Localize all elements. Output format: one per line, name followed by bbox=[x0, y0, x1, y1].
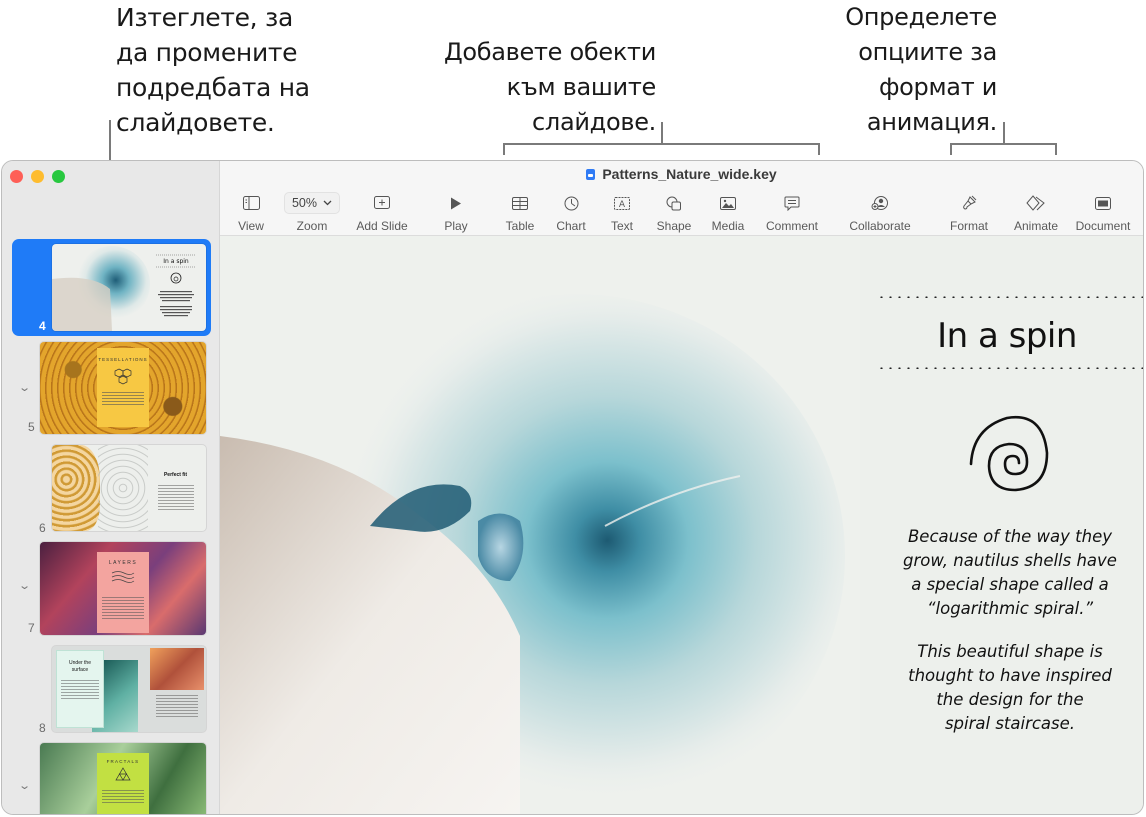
animate-button[interactable]: Animate bbox=[1010, 193, 1062, 233]
callout-line: подредбата на bbox=[116, 73, 310, 102]
shape-button[interactable]: Shape bbox=[654, 193, 694, 233]
toolbar: Patterns_Nature_wide.key View 50% Zoom A… bbox=[220, 161, 1143, 236]
honeycomb-image bbox=[52, 445, 100, 531]
slide-thumbnail-4[interactable]: In a spin bbox=[52, 244, 206, 331]
view-button[interactable]: View bbox=[234, 193, 268, 233]
slide-body-paragraph-1[interactable]: Because of the way they grow, nautilus s… bbox=[880, 525, 1140, 621]
format-button[interactable]: Format bbox=[946, 193, 992, 233]
callout-line: Добавете обекти bbox=[443, 38, 656, 66]
callout-bracket bbox=[950, 143, 952, 155]
callout-bracket bbox=[503, 143, 820, 145]
slide-canvas[interactable]: In a spin Because of the way they grow, … bbox=[220, 236, 1143, 814]
callout-line: да промените bbox=[116, 38, 298, 67]
collaborate-button[interactable]: Collaborate bbox=[844, 193, 916, 233]
dotted-divider bbox=[877, 296, 1143, 298]
slide-number: 5 bbox=[28, 420, 35, 434]
svg-text:A: A bbox=[619, 200, 626, 210]
slide-thumbnail-6[interactable]: Perfect fit bbox=[52, 445, 206, 531]
slide-thumbnail-fractals[interactable]: FRACTALS bbox=[40, 743, 206, 814]
minimize-button[interactable] bbox=[31, 170, 44, 183]
play-button[interactable]: Play bbox=[438, 193, 474, 233]
slide-navigator: In a spin 4 ⌄ TESSELLATIONS 5 Perfect fi… bbox=[2, 161, 220, 814]
callout-line: към вашите bbox=[506, 73, 657, 101]
zoom-dropdown[interactable]: 50% Zoom bbox=[282, 192, 342, 233]
chevron-down-icon bbox=[323, 200, 332, 206]
slide-thumbnail-8[interactable]: Under the surface bbox=[52, 646, 206, 732]
slide-number: 4 bbox=[39, 319, 46, 333]
callout-line: опциите за bbox=[858, 38, 997, 66]
callout-bracket bbox=[818, 143, 820, 155]
chart-icon bbox=[564, 196, 578, 210]
callout-line: слайдове. bbox=[532, 108, 656, 136]
callout-line: Изтеглете, за bbox=[116, 3, 293, 32]
slide-thumbnail-5[interactable]: TESSELLATIONS bbox=[40, 342, 206, 434]
chevron-down-icon[interactable]: ⌄ bbox=[18, 579, 31, 592]
thumb-text-panel: Under the surface bbox=[56, 650, 104, 728]
thumb-title: LAYERS bbox=[108, 560, 138, 566]
hexagon-grid bbox=[98, 445, 148, 531]
slide-number: 8 bbox=[39, 721, 46, 735]
callout-add-objects: Добавете обекти към вашите слайдове. bbox=[410, 35, 656, 140]
thumb-text-panel: TESSELLATIONS bbox=[97, 348, 149, 427]
thumb-title: FRACTALS bbox=[106, 759, 140, 764]
thumb-title: Under the surface bbox=[69, 660, 91, 673]
chart-button[interactable]: Chart bbox=[553, 193, 589, 233]
table-button[interactable]: Table bbox=[502, 193, 538, 233]
slide-body-paragraph-2[interactable]: This beautiful shape is thought to have … bbox=[880, 640, 1140, 736]
collaborate-icon bbox=[871, 196, 888, 210]
thumb-title: Perfect fit bbox=[163, 472, 188, 478]
slide-thumbnail-7[interactable]: LAYERS bbox=[40, 542, 206, 635]
slide-number: 6 bbox=[39, 521, 46, 535]
comment-button[interactable]: Comment bbox=[761, 193, 823, 233]
chevron-down-icon[interactable]: ⌄ bbox=[18, 381, 31, 394]
add-slide-button[interactable]: Add Slide bbox=[352, 193, 412, 233]
nautilus-thumbnail-image: In a spin bbox=[52, 246, 196, 331]
callout-line: слайдовете. bbox=[116, 108, 275, 137]
canyon-image bbox=[150, 648, 204, 690]
media-button[interactable]: Media bbox=[708, 193, 748, 233]
callout-bracket bbox=[1055, 143, 1057, 155]
callout-bracket bbox=[950, 143, 1057, 145]
callout-leader-line bbox=[1003, 122, 1005, 144]
nautilus-shell-image[interactable] bbox=[220, 236, 860, 814]
animate-icon bbox=[1026, 195, 1045, 211]
spiral-icon[interactable] bbox=[965, 408, 1055, 503]
plus-square-icon bbox=[374, 196, 390, 209]
text-box-icon: A bbox=[614, 196, 630, 210]
comment-icon bbox=[784, 196, 800, 211]
waves-icon bbox=[111, 571, 135, 583]
callout-leader-line bbox=[661, 122, 663, 144]
thumb-text-panel: LAYERS bbox=[97, 552, 149, 633]
document-title: Patterns_Nature_wide.key bbox=[220, 166, 1143, 182]
callout-bracket bbox=[503, 143, 505, 155]
media-icon bbox=[720, 196, 736, 210]
text-button[interactable]: A Text bbox=[606, 193, 638, 233]
slide-number: 7 bbox=[28, 621, 35, 635]
keynote-file-icon bbox=[586, 169, 596, 180]
thumb-title: TESSELLATIONS bbox=[98, 357, 148, 362]
callout-line: анимация. bbox=[866, 108, 997, 136]
shape-icon bbox=[666, 196, 681, 210]
thumb-text-panel: FRACTALS bbox=[97, 753, 149, 814]
zoom-value: 50% bbox=[291, 196, 318, 210]
document-button[interactable]: Document bbox=[1072, 193, 1134, 233]
document-icon bbox=[1095, 196, 1111, 210]
paintbrush-icon bbox=[963, 195, 977, 210]
zoom-window-button[interactable] bbox=[52, 170, 65, 183]
close-button[interactable] bbox=[10, 170, 23, 183]
callout-reorder-slides: Изтеглете, за да промените подредбата на… bbox=[116, 0, 310, 140]
thumb-title: In a spin bbox=[163, 258, 189, 265]
play-icon bbox=[451, 197, 461, 209]
sidebar-icon bbox=[242, 196, 260, 210]
dotted-divider bbox=[877, 367, 1143, 369]
table-icon bbox=[512, 196, 528, 210]
callout-line: формат и bbox=[878, 73, 997, 101]
triangle-icon bbox=[115, 767, 131, 781]
callout-format-animate: Определете опциите за формат и анимация. bbox=[820, 0, 997, 140]
keynote-window: In a spin 4 ⌄ TESSELLATIONS 5 Perfect fi… bbox=[1, 160, 1144, 815]
slide-title[interactable]: In a spin bbox=[872, 316, 1142, 356]
hexagon-icon bbox=[114, 368, 132, 385]
callout-line: Определете bbox=[845, 3, 997, 31]
chevron-down-icon[interactable]: ⌄ bbox=[18, 779, 31, 792]
